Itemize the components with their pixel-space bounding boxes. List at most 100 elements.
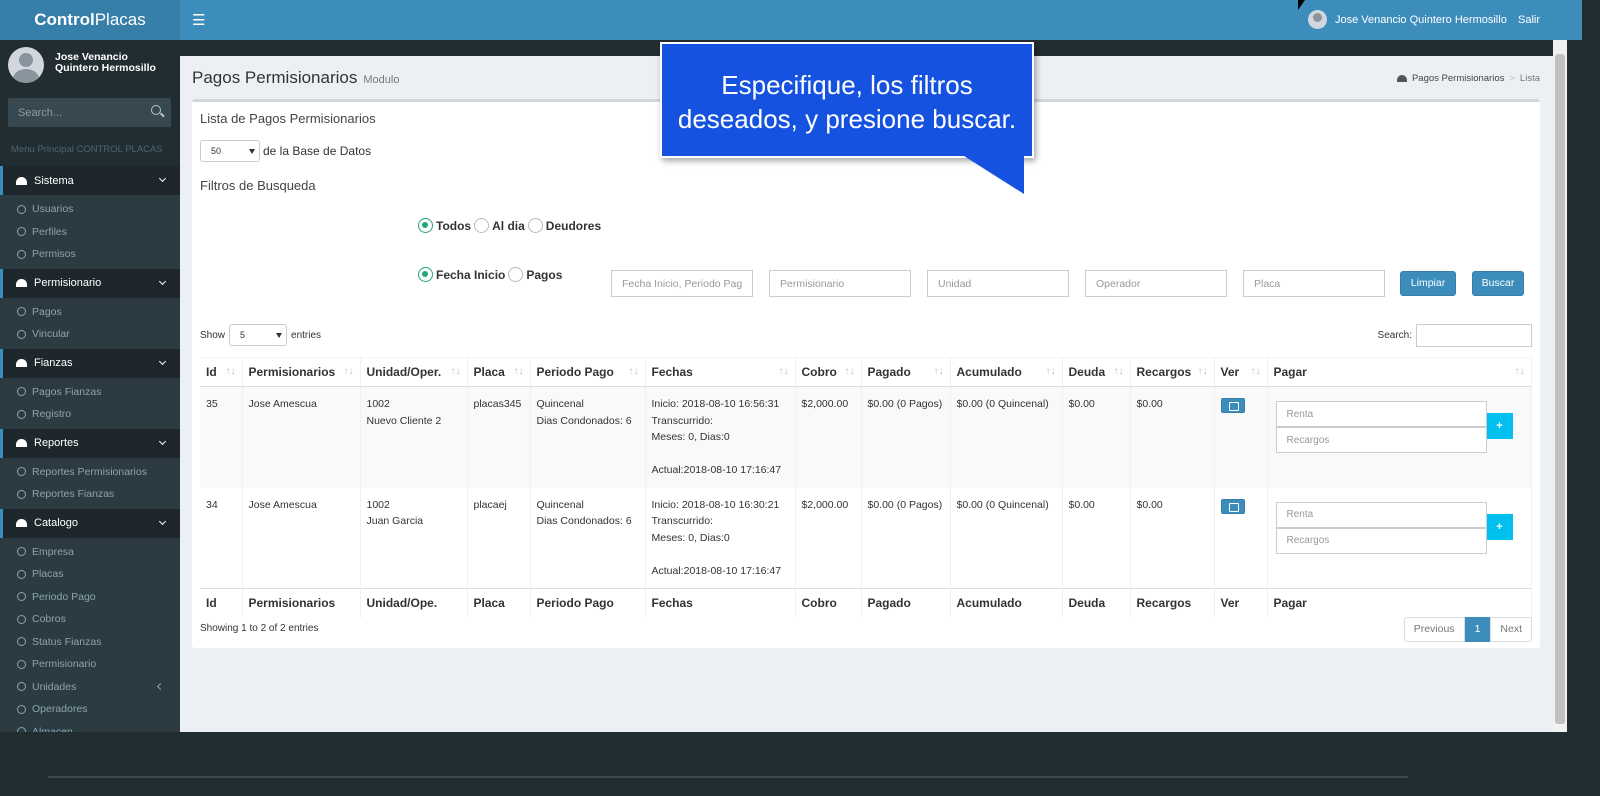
sidebar-item-placas[interactable]: Placas	[0, 563, 180, 586]
radio-todos[interactable]	[418, 218, 433, 233]
filter-operador-input[interactable]	[1085, 270, 1227, 297]
breadcrumb-item[interactable]: Pagos Permisionarios	[1412, 73, 1504, 84]
add-payment-button[interactable]: +	[1486, 413, 1513, 439]
filter-placa-input[interactable]	[1243, 270, 1385, 297]
table-search-input[interactable]	[1416, 324, 1532, 347]
circle-icon	[17, 467, 26, 477]
sidebar-item-permisos[interactable]: Permisos	[0, 243, 180, 266]
sidebar-item-pagos[interactable]: Pagos	[0, 301, 180, 324]
sidebar-item-reportes-fianzas[interactable]: Reportes Fianzas	[0, 483, 180, 506]
page-button[interactable]: 1	[1464, 617, 1491, 642]
column-header[interactable]: Pagado ↑↓	[861, 357, 951, 387]
circle-icon	[17, 329, 26, 339]
breadcrumb-current: Lista	[1519, 73, 1540, 84]
sidebar-section-fianzas[interactable]: Fianzas	[0, 348, 180, 378]
circle-icon	[17, 409, 26, 419]
radio-fecha-inicio[interactable]	[418, 267, 433, 282]
records-select[interactable]: 50	[200, 140, 260, 162]
sidebar-section-label: Permisionario	[34, 277, 102, 289]
renta-input[interactable]	[1275, 501, 1487, 528]
edit-icon[interactable]	[1220, 498, 1245, 514]
column-header-label: Permisionarios	[248, 365, 336, 379]
previous-button[interactable]: Previous	[1403, 617, 1465, 642]
sidebar-section-reportes[interactable]: Reportes	[0, 428, 180, 458]
payments-box: Lista de Pagos Permisionarios 50 de la B…	[192, 99, 1540, 648]
radio-deudores[interactable]	[527, 218, 543, 233]
table-cell: $0.00 (0 Pagos)	[861, 487, 951, 589]
column-header[interactable]: Periodo Pago ↑↓	[530, 357, 646, 387]
column-footer: Acumulado	[950, 588, 1063, 618]
column-header[interactable]: Placa ↑↓	[467, 357, 531, 387]
sidebar-item-unidades[interactable]: Unidades	[0, 676, 180, 699]
search-button[interactable]: Buscar	[1472, 271, 1524, 296]
column-header-label: Pagar	[1273, 365, 1307, 379]
sidebar-item-label: Unidades	[32, 680, 77, 693]
logout-link[interactable]: Salir	[1518, 14, 1540, 26]
filter-date-input[interactable]	[611, 270, 753, 297]
cell-text: placas345	[473, 398, 522, 410]
table-cell: Inicio: 2018-08-10 16:56:31 Transcurrido:…	[645, 386, 796, 488]
column-header[interactable]: Acumulado ↑↓	[950, 357, 1063, 387]
column-header[interactable]: Deuda ↑↓	[1062, 357, 1131, 387]
sidebar-search-input[interactable]	[8, 98, 138, 127]
avatar	[8, 47, 44, 83]
scrollbar-thumb[interactable]	[1555, 54, 1565, 724]
column-header[interactable]: Unidad/Oper. ↑↓	[360, 357, 468, 387]
sidebar-item-label: Periodo Pago	[32, 590, 96, 603]
footer-bar	[0, 732, 1600, 796]
sidebar-item-operadores[interactable]: Operadores	[0, 698, 180, 721]
table-row: 35 Jose Amescua 1002 Nuevo Cliente 2 placas3…	[200, 386, 1532, 488]
radio-al-dia[interactable]	[474, 218, 490, 233]
user-menu[interactable]: Jose Venancio Quintero Hermosillo	[1308, 10, 1507, 29]
scrollbar[interactable]	[1553, 40, 1567, 732]
sidebar-section-catalogo[interactable]: Catalogo	[0, 508, 180, 538]
sidebar-item-empresa[interactable]: Empresa	[0, 541, 180, 564]
column-header[interactable]: Recargos ↑↓	[1130, 357, 1215, 387]
recargos-input[interactable]	[1275, 427, 1487, 453]
sidebar-item-cobros[interactable]: Cobros	[0, 608, 180, 631]
sidebar-toggle-icon[interactable]: ☰	[192, 11, 205, 29]
sidebar-item-perfiles[interactable]: Perfiles	[0, 221, 180, 244]
sidebar-item-vincular[interactable]: Vincular	[0, 323, 180, 346]
circle-icon	[17, 387, 26, 397]
search-icon[interactable]	[151, 105, 161, 115]
column-header[interactable]: Cobro ↑↓	[795, 357, 862, 387]
dashboard-icon	[16, 359, 27, 367]
renta-input[interactable]	[1275, 401, 1487, 427]
box-title: Lista de Pagos Permisionarios	[200, 111, 376, 126]
sidebar-section-sistema[interactable]: Sistema	[0, 166, 180, 195]
sidebar-item-usuarios[interactable]: Usuarios	[0, 198, 180, 221]
filter-unidad-input[interactable]	[927, 270, 1069, 297]
column-header[interactable]: Ver ↑↓	[1214, 357, 1268, 387]
add-payment-button[interactable]: +	[1486, 513, 1513, 540]
filter-permisionario-input[interactable]	[769, 270, 911, 297]
clear-button[interactable]: Limpiar	[1400, 271, 1456, 296]
sidebar-section-permisionario[interactable]: Permisionario	[0, 268, 180, 298]
circle-icon	[17, 682, 26, 692]
column-header-label: Id	[206, 365, 217, 379]
row-id: 34	[206, 498, 218, 511]
radio-pagos[interactable]	[508, 267, 524, 282]
app-logo[interactable]: ControlPlacas	[0, 0, 180, 40]
sidebar-item-permisionario[interactable]: Permisionario	[0, 653, 180, 676]
sidebar-item-reportes-permisionarios[interactable]: Reportes Permisionarios	[0, 461, 180, 484]
radio-label: Todos	[436, 218, 472, 233]
column-header-label: Fechas	[651, 365, 693, 379]
entries-select[interactable]: 5	[229, 324, 288, 346]
recargos-input[interactable]	[1275, 527, 1487, 554]
column-header[interactable]: Permisionarios ↑↓	[242, 357, 361, 387]
sidebar-item-status-fianzas[interactable]: Status Fianzas	[0, 631, 180, 654]
sidebar-item-periodo-pago[interactable]: Periodo Pago	[0, 586, 180, 609]
edit-icon[interactable]	[1220, 398, 1245, 413]
filters-title: Filtros de Busqueda	[200, 178, 316, 193]
column-header[interactable]: Id ↑↓	[200, 357, 243, 387]
column-header[interactable]: Fechas ↑↓	[645, 357, 796, 387]
dashboard-icon	[16, 519, 27, 527]
sidebar-item-registro[interactable]: Registro	[0, 403, 180, 426]
sidebar-submenu: Empresa Placas Periodo Pago Cobros Status Fi…	[0, 537, 180, 746]
column-header-label: Deuda	[1068, 365, 1106, 379]
circle-icon	[17, 307, 26, 317]
column-header[interactable]: Pagar ↑↓	[1267, 357, 1532, 387]
sidebar-item-pagos-fianzas[interactable]: Pagos Fianzas	[0, 381, 180, 404]
next-button[interactable]: Next	[1490, 617, 1532, 642]
